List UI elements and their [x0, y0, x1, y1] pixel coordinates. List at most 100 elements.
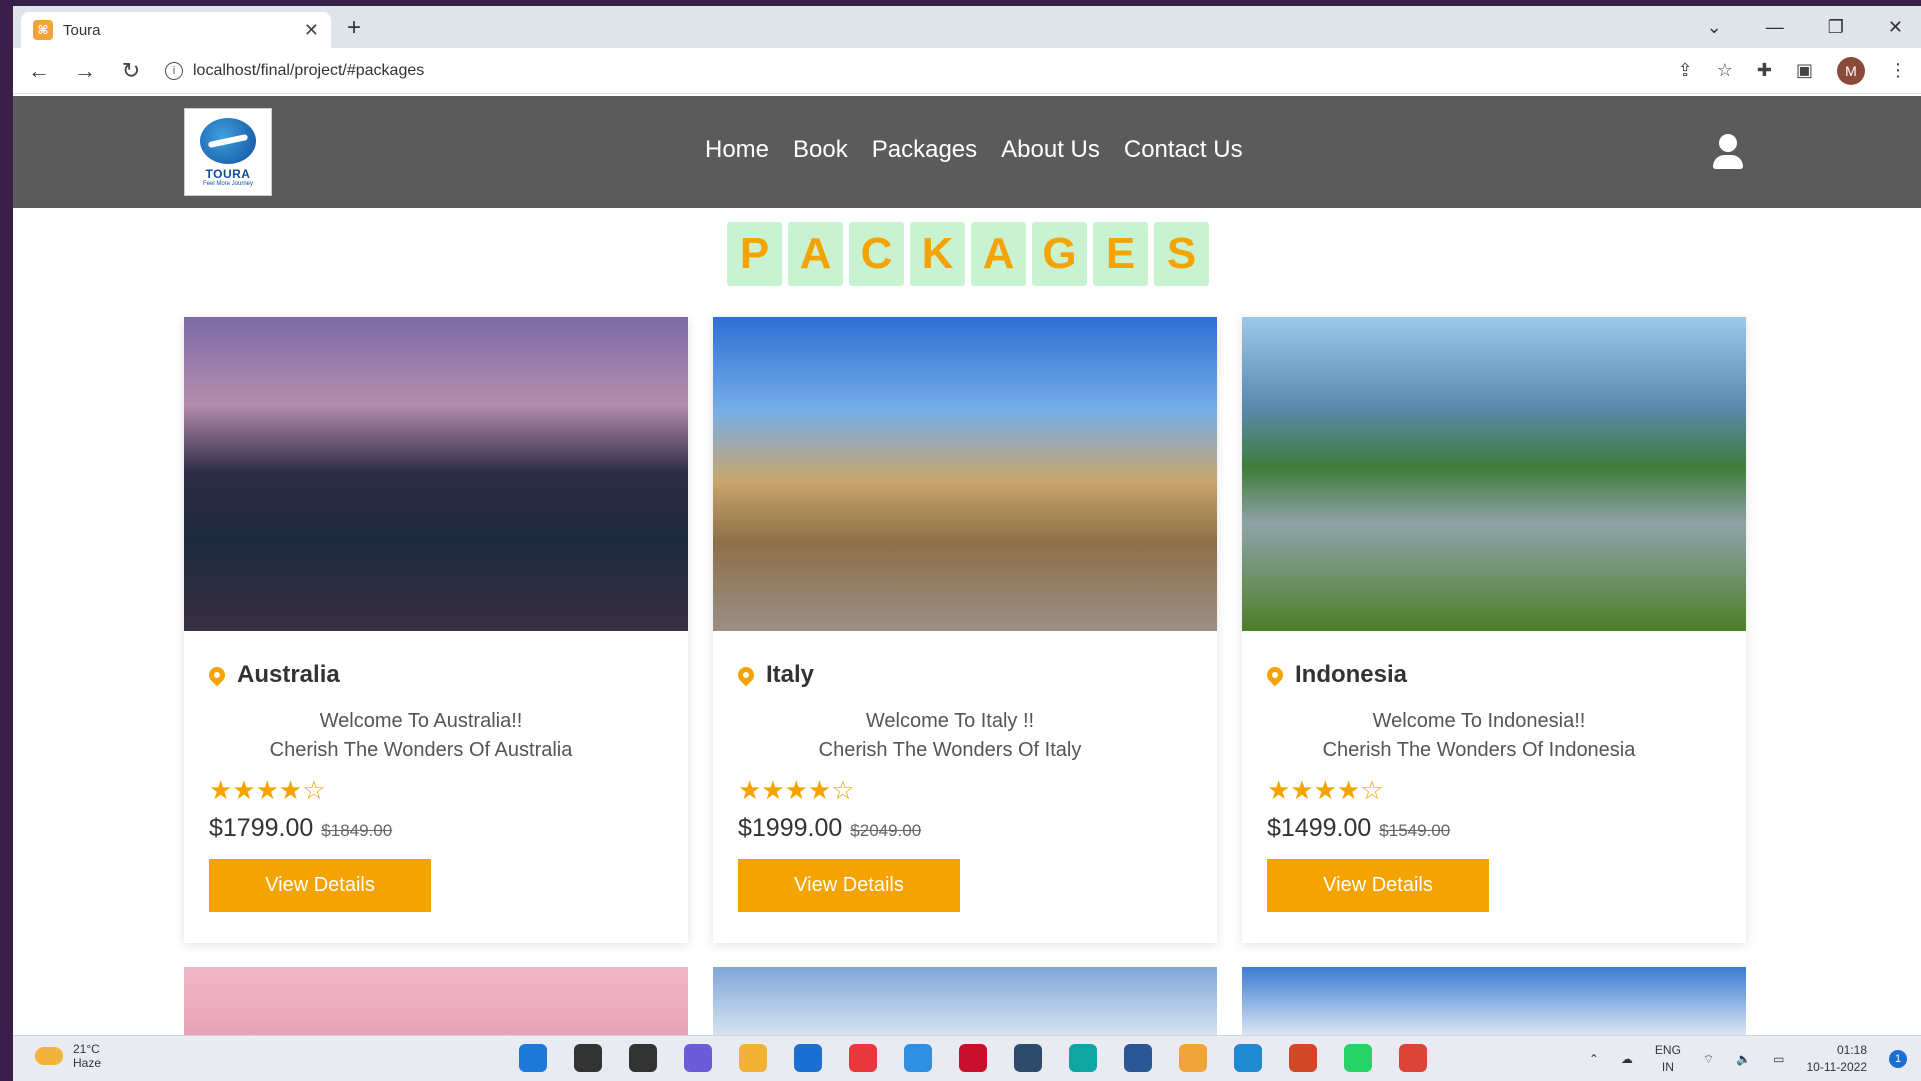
- notification-badge[interactable]: 1: [1889, 1050, 1907, 1068]
- tab-title: Toura: [63, 21, 101, 39]
- reload-icon[interactable]: ↻: [119, 58, 143, 84]
- close-window-button[interactable]: ✕: [1888, 17, 1903, 38]
- star-rating: ★★★★☆: [738, 775, 855, 805]
- restore-button[interactable]: ❐: [1828, 17, 1844, 38]
- view-details-button[interactable]: View Details: [209, 859, 431, 912]
- site-header: TOURA Feel More Journey Home Book Packag…: [13, 96, 1921, 208]
- package-location: Australia: [237, 661, 340, 688]
- nav-home[interactable]: Home: [705, 136, 769, 164]
- extensions-icon[interactable]: ✚: [1757, 60, 1772, 81]
- back-arrow-icon[interactable]: ←: [27, 58, 51, 84]
- app-dark-icon[interactable]: [1014, 1044, 1042, 1072]
- view-details-button[interactable]: View Details: [738, 859, 960, 912]
- side-panel-icon[interactable]: ▣: [1796, 60, 1813, 81]
- star-rating: ★★★★☆: [1267, 775, 1384, 805]
- weather-haze-icon: [35, 1047, 63, 1065]
- location-pin-icon: [205, 663, 229, 687]
- package-location: Indonesia: [1295, 661, 1408, 688]
- screen: ⌘ Toura ✕ + ⌄ — ❐ ✕ ← → ↻ i localhost/fi…: [13, 6, 1921, 1081]
- url-field[interactable]: i localhost/final/project/#packages: [165, 54, 1656, 88]
- package-tagline: Cherish The Wonders Of Indonesia: [1322, 739, 1636, 761]
- chrome-icon[interactable]: [1399, 1044, 1427, 1072]
- word-icon[interactable]: [1124, 1044, 1152, 1072]
- package-card-peek: [1242, 967, 1746, 1037]
- new-tab-button[interactable]: +: [347, 14, 361, 42]
- system-tray: ⌃ ☁ ENG IN ⌔ 🔈 ▭ 01:18 10-11-2022 1: [1589, 1042, 1907, 1076]
- mcafee-icon[interactable]: [959, 1044, 987, 1072]
- task-view-icon[interactable]: [629, 1044, 657, 1072]
- share-icon[interactable]: ⇪: [1678, 60, 1693, 81]
- url-text[interactable]: localhost/final/project/#packages: [193, 62, 424, 80]
- main-nav: Home Book Packages About Us Contact Us: [705, 136, 1243, 164]
- logo-tagline: Feel More Journey: [202, 180, 254, 187]
- close-tab-icon[interactable]: ✕: [304, 20, 319, 41]
- language-indicator[interactable]: ENG IN: [1655, 1042, 1681, 1076]
- window-controls: ⌄ — ❐ ✕: [1707, 6, 1921, 48]
- package-welcome: Welcome To Italy !!: [865, 710, 1035, 732]
- favicon-icon: ⌘: [33, 20, 53, 40]
- heading-letter: E: [1093, 222, 1148, 286]
- start-icon[interactable]: [519, 1044, 547, 1072]
- powerpoint-icon[interactable]: [1289, 1044, 1317, 1072]
- app-red-icon[interactable]: [849, 1044, 877, 1072]
- packages-heading: P A C K A G E S: [727, 222, 1209, 286]
- site-logo[interactable]: TOURA Feel More Journey: [184, 108, 272, 196]
- clock-time: 01:18: [1836, 1043, 1867, 1057]
- store-icon[interactable]: [794, 1044, 822, 1072]
- browser-tab-bar: ⌘ Toura ✕ +: [13, 6, 1921, 48]
- file-explorer-icon[interactable]: [739, 1044, 767, 1072]
- nav-book[interactable]: Book: [793, 136, 848, 164]
- address-bar: ← → ↻ i localhost/final/project/#package…: [13, 48, 1921, 94]
- globe-plane-icon: [200, 117, 256, 164]
- wifi-icon[interactable]: ⌔: [1703, 1052, 1714, 1067]
- package-price: $1799.00: [209, 814, 314, 842]
- taskbar: 21°C Haze ⌃ ☁ ENG IN ⌔ 🔈 ▭ 01:18 10-11-2…: [13, 1035, 1921, 1081]
- vscode-icon[interactable]: [1234, 1044, 1262, 1072]
- indonesia-photo: [1242, 317, 1746, 631]
- chevron-up-icon[interactable]: ⌃: [1589, 1052, 1599, 1066]
- package-card-australia: Australia Welcome To Australia!! Cherish…: [184, 317, 688, 943]
- edge-icon[interactable]: [1069, 1044, 1097, 1072]
- logo-brand: TOURA: [205, 166, 251, 181]
- weather-desc: Haze: [73, 1056, 102, 1070]
- forward-arrow-icon[interactable]: →: [73, 58, 97, 84]
- package-old-price: $2049.00: [850, 821, 922, 840]
- nav-about-us[interactable]: About Us: [1001, 136, 1100, 164]
- heading-letter: S: [1154, 222, 1209, 286]
- package-price: $1999.00: [738, 814, 843, 842]
- xampp-icon[interactable]: [1179, 1044, 1207, 1072]
- clock[interactable]: 01:18 10-11-2022: [1807, 1042, 1868, 1076]
- profile-avatar[interactable]: M: [1837, 56, 1865, 85]
- heading-letter: C: [849, 222, 904, 286]
- volume-icon[interactable]: 🔈: [1736, 1052, 1751, 1066]
- battery-icon[interactable]: ▭: [1773, 1052, 1784, 1066]
- chat-icon[interactable]: [684, 1044, 712, 1072]
- heading-letter: K: [910, 222, 965, 286]
- package-old-price: $1849.00: [321, 821, 393, 840]
- nav-contact-us[interactable]: Contact Us: [1124, 136, 1243, 164]
- bookmark-star-icon[interactable]: ☆: [1717, 60, 1733, 81]
- whatsapp-icon[interactable]: [1344, 1044, 1372, 1072]
- package-price: $1499.00: [1267, 814, 1372, 842]
- menu-dots-icon[interactable]: ⋮: [1889, 60, 1907, 81]
- app-blue-icon[interactable]: [904, 1044, 932, 1072]
- minimize-button[interactable]: —: [1766, 17, 1784, 38]
- package-card-peek: [184, 967, 688, 1037]
- onedrive-cloud-icon[interactable]: ☁: [1621, 1052, 1633, 1066]
- heading-letter: A: [971, 222, 1026, 286]
- star-rating: ★★★★☆: [209, 775, 326, 805]
- view-details-button[interactable]: View Details: [1267, 859, 1489, 912]
- search-icon[interactable]: [574, 1044, 602, 1072]
- heading-letter: A: [788, 222, 843, 286]
- user-account-icon[interactable]: [1713, 134, 1743, 170]
- taskbar-apps: [519, 1044, 1427, 1072]
- package-location: Italy: [766, 661, 815, 688]
- weather-widget[interactable]: 21°C Haze: [35, 1042, 101, 1070]
- location-pin-icon: [734, 663, 758, 687]
- tab-search-icon[interactable]: ⌄: [1707, 17, 1722, 38]
- browser-tab[interactable]: ⌘ Toura ✕: [21, 12, 331, 48]
- clock-date: 10-11-2022: [1806, 1060, 1868, 1074]
- site-info-icon[interactable]: i: [165, 61, 183, 80]
- package-card-peek: [713, 967, 1217, 1037]
- nav-packages[interactable]: Packages: [872, 136, 977, 164]
